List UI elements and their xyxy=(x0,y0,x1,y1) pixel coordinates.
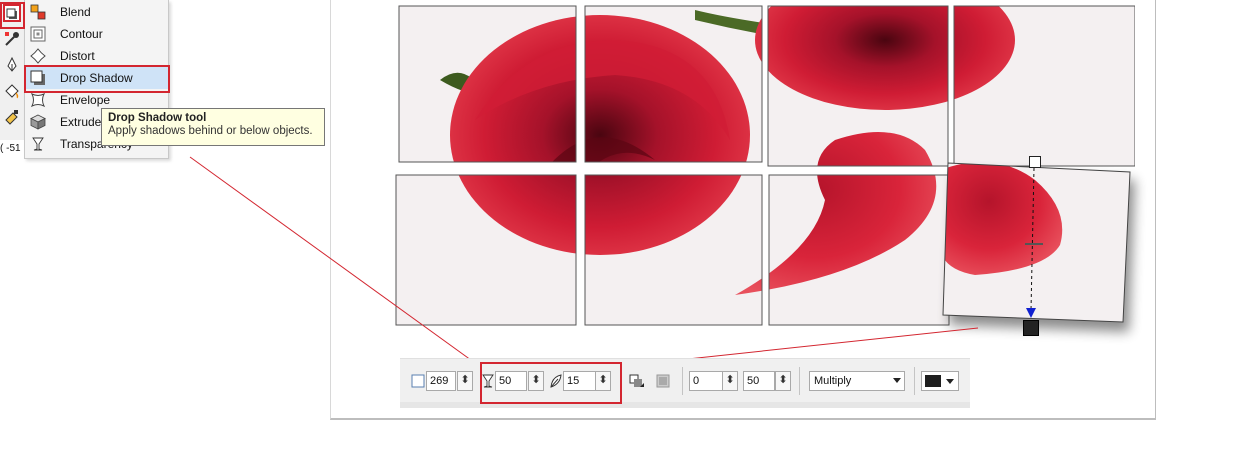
chevron-down-icon xyxy=(893,378,901,383)
transparency-icon xyxy=(32,137,44,151)
eyedropper-tool-icon[interactable] xyxy=(3,30,21,48)
opacity-feathering-highlight xyxy=(480,362,622,404)
shadow-stretch-input[interactable]: 50 xyxy=(743,371,775,391)
shadow-angle-icon xyxy=(411,374,425,388)
coordinate-readout: ( -51 xyxy=(0,143,21,154)
blend-icon xyxy=(30,4,46,20)
shadow-color-swatch xyxy=(925,375,941,387)
separator xyxy=(914,367,915,395)
menu-item-label: Contour xyxy=(60,27,103,41)
menu-item-label: Blend xyxy=(60,5,91,19)
menu-item-label: Distort xyxy=(60,49,95,63)
distort-icon xyxy=(30,48,46,64)
menu-item-label: Extrude xyxy=(60,115,102,129)
merge-mode-select[interactable]: Multiply xyxy=(809,371,905,391)
menu-item-blend[interactable]: Blend xyxy=(25,1,168,23)
drop-shadow-tooltip: Drop Shadow tool Apply shadows behind or… xyxy=(101,108,325,146)
outline-pen-tool-icon[interactable] xyxy=(3,56,21,74)
menu-item-label: Envelope xyxy=(60,93,111,107)
shadow-stretch-stepper[interactable]: ⬍ xyxy=(775,371,791,391)
envelope-icon xyxy=(30,92,46,108)
fill-tool-icon[interactable] xyxy=(3,82,21,100)
shadow-start-handle[interactable] xyxy=(1029,156,1041,168)
shadow-angle-stepper[interactable]: ⬍ xyxy=(457,371,473,391)
drop-shadow-highlight xyxy=(24,65,170,93)
chevron-down-icon xyxy=(946,379,954,384)
separator xyxy=(682,367,683,395)
menu-item-distort[interactable]: Distort xyxy=(25,45,168,67)
shadow-angle-input[interactable]: 269 xyxy=(426,371,456,391)
shadow-color-picker[interactable] xyxy=(921,371,959,391)
feathering-direction-icon[interactable] xyxy=(628,373,644,389)
shadow-fade-input[interactable]: 0 xyxy=(689,371,725,391)
shadowed-tile[interactable] xyxy=(935,150,1150,345)
shadow-fade-stepper[interactable]: ⬍ xyxy=(722,371,738,391)
tooltip-description: Apply shadows behind or below objects. xyxy=(108,125,313,137)
tooltip-title: Drop Shadow tool xyxy=(108,112,207,124)
interactive-fill-tool-icon[interactable] xyxy=(3,108,21,126)
feathering-edges-icon[interactable] xyxy=(655,373,671,389)
contour-icon xyxy=(30,26,46,42)
separator xyxy=(799,367,800,395)
shadow-end-handle[interactable] xyxy=(1023,320,1039,336)
tool-highlight xyxy=(0,2,25,29)
extrude-icon xyxy=(30,114,46,130)
menu-item-contour[interactable]: Contour xyxy=(25,23,168,45)
merge-mode-value: Multiply xyxy=(814,375,852,387)
